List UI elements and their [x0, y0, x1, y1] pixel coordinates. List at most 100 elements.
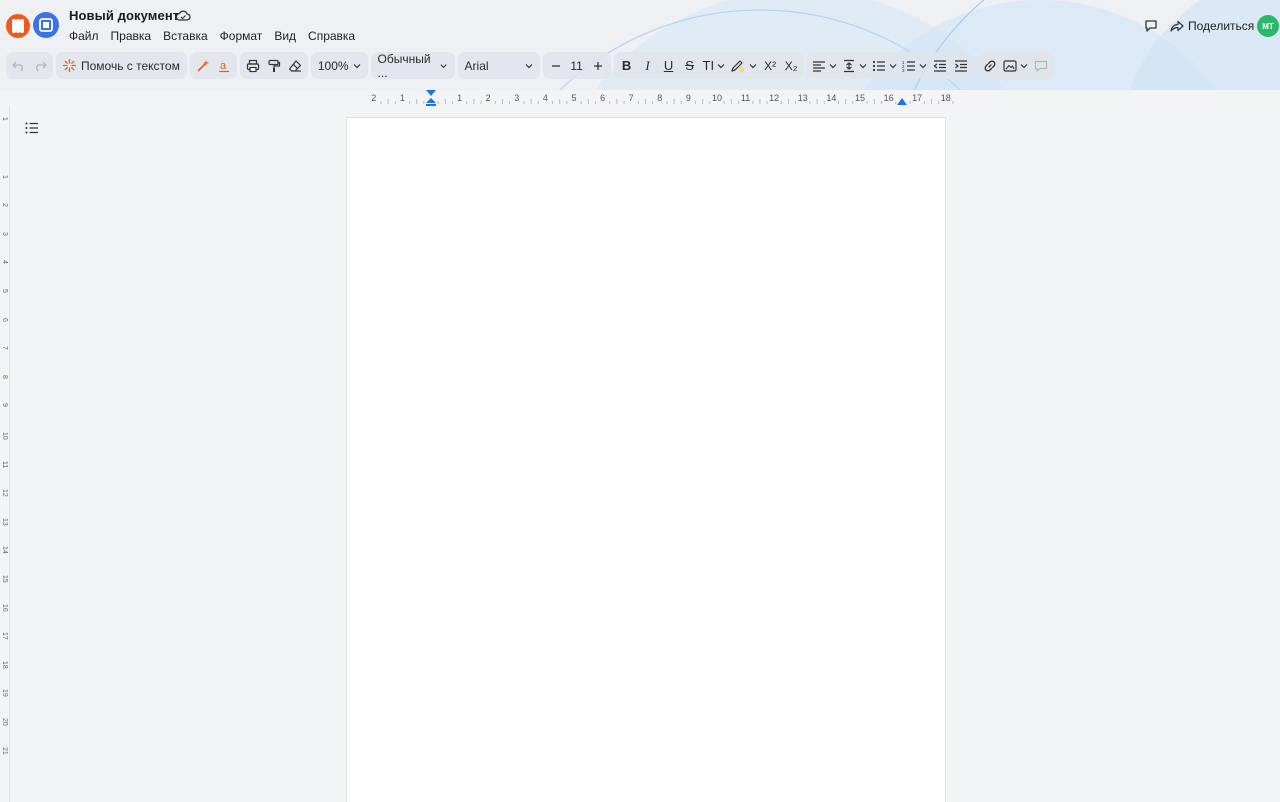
- text-format-group: B I U S TI X² X₂: [613, 52, 805, 79]
- menu-format[interactable]: Формат: [220, 29, 271, 43]
- cloud-saved-icon[interactable]: [175, 9, 191, 23]
- insert-image-button[interactable]: [1001, 54, 1030, 77]
- ruler-label: 10: [1, 432, 8, 440]
- chevron-down-icon: [440, 63, 448, 68]
- font-size-input[interactable]: 11: [567, 54, 587, 77]
- right-indent-marker[interactable]: [896, 96, 908, 106]
- chevron-down-icon: [1020, 63, 1028, 68]
- ruler-label: 16: [1, 603, 8, 612]
- zoom-value: 100%: [317, 58, 349, 73]
- app-header: Новый документ Файл Правка Вставка Форма…: [0, 0, 1280, 90]
- italic-button[interactable]: I: [638, 54, 658, 77]
- zoom-select[interactable]: 100%: [314, 54, 365, 77]
- ruler-label: 7: [1, 346, 8, 351]
- link-button[interactable]: [980, 54, 1000, 77]
- clear-format-button[interactable]: [285, 54, 305, 77]
- comment-insert-button[interactable]: [1031, 54, 1051, 77]
- outdent-button[interactable]: [930, 54, 950, 77]
- ruler-label: 3: [514, 93, 520, 103]
- spell-group: a: [189, 52, 237, 79]
- underline-button[interactable]: U: [659, 54, 679, 77]
- highlighter-icon: [731, 59, 745, 72]
- insert-group: [977, 52, 1055, 79]
- left-indent-marker[interactable]: [425, 90, 437, 106]
- tools-group: [239, 52, 308, 79]
- superscript-button[interactable]: X²: [760, 54, 780, 77]
- menu-file[interactable]: Файл: [69, 29, 107, 43]
- share-button[interactable]: Поделиться: [1170, 16, 1254, 36]
- menu-edit[interactable]: Правка: [111, 29, 160, 43]
- numbered-list-button[interactable]: 123: [900, 54, 929, 77]
- font-size-increase-button[interactable]: [588, 54, 608, 77]
- align-button[interactable]: [810, 54, 839, 77]
- ruler-label: 2: [485, 93, 491, 103]
- horizontal-ruler[interactable]: 2 1 1 2 3 4 5 6 7 8 9 10 11 12 13 14 15 16 17 18: [10, 90, 1280, 106]
- indent-button[interactable]: [951, 54, 971, 77]
- ai-help-label: Помочь с текстом: [81, 58, 180, 73]
- menu-bar: Файл Правка Вставка Формат Вид Справка: [69, 29, 367, 43]
- ruler-label: 14: [1, 546, 8, 555]
- document-page[interactable]: [346, 117, 946, 802]
- ruler-label: 8: [657, 93, 663, 103]
- line-spacing-button[interactable]: [840, 54, 869, 77]
- menu-view[interactable]: Вид: [274, 29, 304, 43]
- ruler-label: 8: [1, 374, 8, 379]
- docs-logo[interactable]: [33, 12, 59, 38]
- print-button[interactable]: [243, 54, 263, 77]
- ruler-label: 5: [1, 289, 8, 293]
- subscript-button[interactable]: X₂: [781, 54, 801, 77]
- ruler-label: 9: [1, 403, 8, 408]
- text-case-button[interactable]: TI: [701, 54, 728, 77]
- ruler-label: 19: [1, 689, 8, 698]
- ruler-label: 2: [1, 203, 8, 208]
- ruler-label: 1: [1, 117, 8, 122]
- link-icon: [984, 60, 996, 71]
- magic-edit-button[interactable]: [193, 54, 213, 77]
- menu-insert[interactable]: Вставка: [163, 29, 216, 43]
- share-icon: [1170, 20, 1184, 32]
- paint-format-button[interactable]: [264, 54, 284, 77]
- ruler-label: 6: [1, 317, 8, 322]
- redo-button[interactable]: [30, 54, 50, 77]
- menu-help[interactable]: Справка: [308, 29, 363, 43]
- ruler-label: 6: [600, 93, 606, 103]
- bold-button[interactable]: B: [617, 54, 637, 77]
- ruler-label: 4: [542, 93, 548, 103]
- document-title[interactable]: Новый документ: [69, 8, 179, 23]
- font-size-decrease-button[interactable]: [546, 54, 566, 77]
- paint-roller-icon: [268, 59, 280, 72]
- minus-icon: [551, 64, 560, 67]
- chevron-down-icon: [829, 63, 837, 68]
- ruler-label: 12: [1, 489, 8, 497]
- strikethrough-button[interactable]: S: [680, 54, 700, 77]
- vertical-ruler[interactable]: 1 1 2 3 4 5 6 7 8 9 10 11 12 13 14 15 16 17 18 19 20 21: [0, 106, 10, 802]
- font-size-group: 11: [542, 52, 611, 79]
- toolbar: Помочь с текстом a 100% Обычный ... Aria…: [6, 52, 1055, 80]
- paragraph-style-select[interactable]: Обычный ...: [374, 52, 452, 80]
- share-label: Поделиться: [1188, 19, 1255, 33]
- undo-button[interactable]: [9, 54, 29, 77]
- highlight-button[interactable]: [728, 54, 759, 77]
- paragraph-group: 123: [807, 52, 975, 79]
- user-avatar[interactable]: МТ: [1257, 15, 1279, 37]
- ruler-label: 18: [1, 660, 8, 669]
- ruler-label: 18: [940, 93, 951, 103]
- font-family-select[interactable]: Arial: [461, 54, 537, 77]
- ai-help-button[interactable]: Помочь с текстом: [59, 54, 184, 77]
- spellcheck-button[interactable]: a: [214, 54, 234, 77]
- ruler-label: 5: [571, 93, 577, 103]
- bullet-list-button[interactable]: [870, 54, 899, 77]
- ruler-label: 4: [1, 260, 8, 265]
- chevron-down-icon: [525, 63, 532, 68]
- ruler-label: 3: [1, 231, 8, 236]
- app-logo[interactable]: [6, 14, 30, 38]
- ruler-label: 1: [399, 93, 405, 103]
- table-of-contents-icon[interactable]: [25, 122, 39, 134]
- bullet-list-icon: [873, 60, 886, 71]
- font-value: Arial: [464, 58, 489, 73]
- ruler-label: 12: [769, 93, 780, 103]
- chevron-down-icon: [919, 63, 927, 68]
- sparkle-icon: [63, 59, 76, 72]
- comment-icon[interactable]: [1143, 18, 1159, 34]
- ruler-ticks: [380, 99, 954, 104]
